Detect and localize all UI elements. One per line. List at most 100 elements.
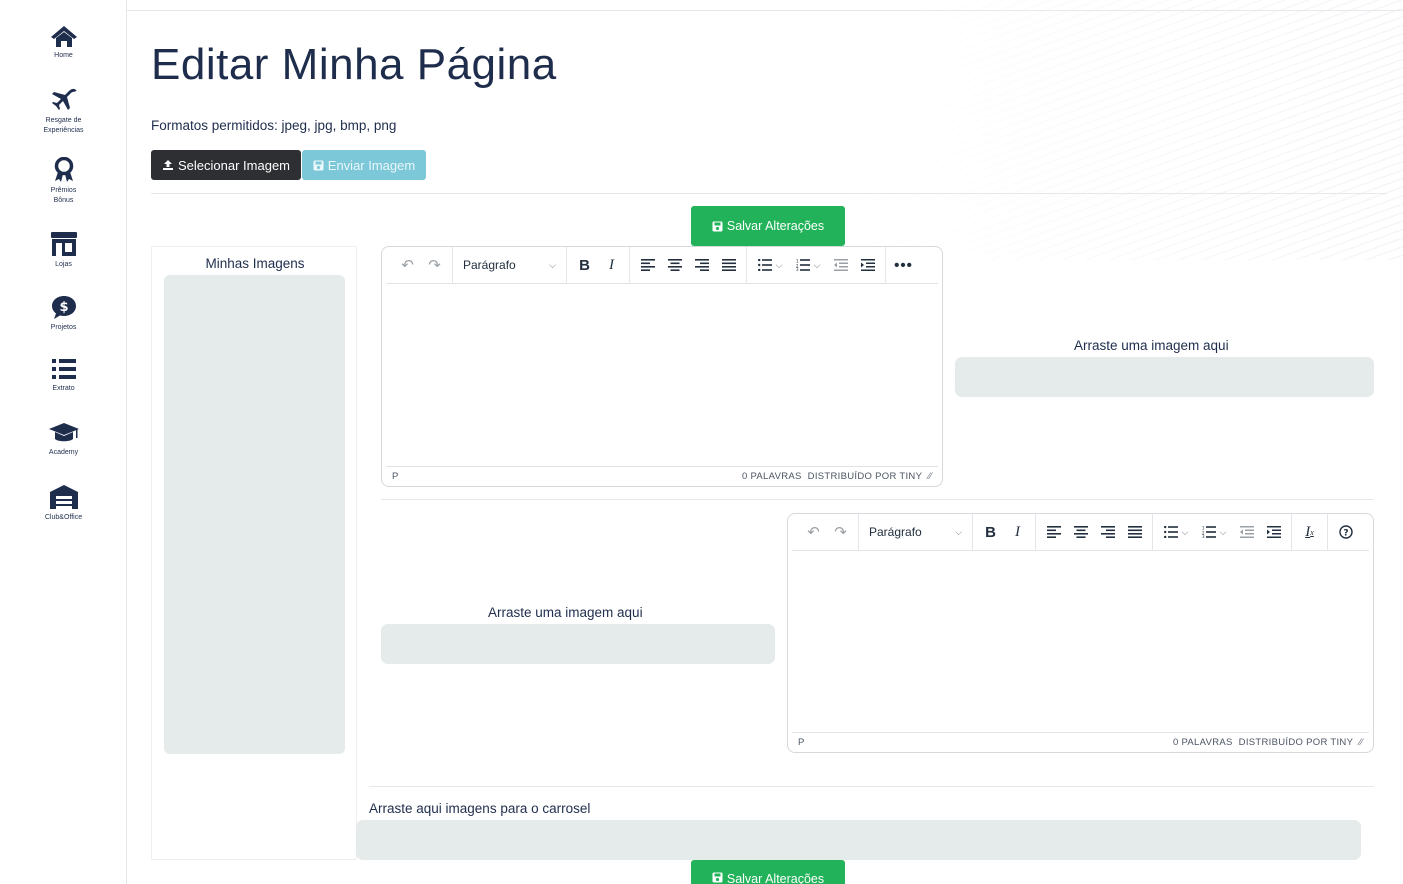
svg-text:$: $ [59,300,68,315]
divider [369,786,1374,787]
undo-icon[interactable]: ↶ [394,251,421,279]
save-changes-button[interactable]: Salvar Alterações [691,206,845,246]
select-image-button[interactable]: Selecionar Imagem [151,150,301,180]
numbered-list-icon[interactable]: 1 2 3 ⌵ [1195,518,1233,546]
carousel-drop-label: Arraste aqui imagens para o carrosel [369,801,591,816]
divider [151,193,1387,194]
sidebar-item-label: Home [54,52,73,59]
divider [381,499,1374,500]
clear-formatting-icon[interactable]: Ix [1296,518,1323,546]
money-comment-icon: $ [51,296,76,319]
chevron-down-icon: ⌵ [549,259,556,270]
editor-statusbar: P 0 PALAVRAS DISTRIBUÍDO POR TINY ⁄⁄ [386,466,938,486]
sidebar-item-label: Extrato [52,385,75,392]
upload-icon [163,160,173,170]
more-icon[interactable]: ••• [890,251,917,279]
outdent-icon[interactable] [827,251,854,279]
italic-icon[interactable]: I [1004,518,1031,546]
align-center-icon[interactable] [1067,518,1094,546]
save-changes-label: Salvar Alterações [726,219,825,233]
drop-zone-label: Arraste uma imagem aqui [488,605,643,620]
numbered-list-icon[interactable]: 1 2 3 ⌵ [789,251,827,279]
sidebar-item-resgate[interactable]: Resgate de Experiências [0,87,127,136]
my-images-title: Minhas Imagens [205,256,305,271]
send-image-label: Enviar Imagem [327,157,416,173]
sidebar-item-label: Prêmios Bônus [50,187,77,204]
word-count: 0 PALAVRAS [741,471,802,482]
block-format-select[interactable]: Parágrafo ⌵ [457,251,562,279]
indent-icon[interactable] [854,251,881,279]
send-image-button[interactable]: Enviar Imagem [302,150,426,180]
undo-icon[interactable]: ↶ [800,518,827,546]
powered-by[interactable]: DISTRIBUÍDO POR TINY [808,471,923,482]
bold-icon[interactable]: B [977,518,1004,546]
sidebar-item-label: Lojas [55,261,72,268]
bold-icon[interactable]: B [571,251,598,279]
block-format-value: Parágrafo [463,258,516,272]
rich-text-editor-1: ↶ ↷ Parágrafo ⌵ B I ⌵ 1 2 3 ⌵ ••• P 0 PA… [381,246,943,487]
chevron-down-icon: ⌵ [955,526,962,537]
store-icon [50,232,77,256]
carousel-drop-zone[interactable] [356,820,1361,860]
element-path: P [392,471,399,482]
editor-toolbar: ↶ ↷ Parágrafo ⌵ B I ⌵ 1 2 3 ⌵ Ix ? [792,514,1369,551]
italic-icon[interactable]: I [598,251,625,279]
outdent-icon[interactable] [1233,518,1260,546]
sidebar-item-lojas[interactable]: Lojas [0,231,127,270]
drop-zone-label: Arraste uma imagem aqui [1074,338,1229,353]
sidebar-item-projetos[interactable]: $ Projetos [0,294,127,333]
my-images-list[interactable] [164,275,345,754]
save-icon [712,872,723,883]
align-right-icon[interactable] [1094,518,1121,546]
block-format-select[interactable]: Parágrafo ⌵ [863,518,968,546]
editor-content-area[interactable] [788,551,1373,732]
allowed-formats-text: Formatos permitidos: jpeg, jpg, bmp, png [151,118,397,133]
bullet-list-icon[interactable]: ⌵ [1157,518,1195,546]
image-drop-zone-2[interactable] [381,624,775,664]
sidebar-item-cluboffice[interactable]: Club&Office [0,484,127,523]
save-changes-label: Salvar Alterações [726,872,825,884]
sidebar-item-premios[interactable]: Prêmios Bônus [0,157,127,206]
align-center-icon[interactable] [661,251,688,279]
block-format-value: Parágrafo [869,525,922,539]
sidebar: Home Resgate de Experiências Prêmios Bôn… [0,0,127,884]
sidebar-item-academy[interactable]: Academy [0,421,127,458]
svg-text:3: 3 [1202,534,1205,538]
bullet-list-icon[interactable]: ⌵ [751,251,789,279]
redo-icon[interactable]: ↷ [421,251,448,279]
sidebar-item-home[interactable]: Home [0,24,127,61]
save-icon [712,221,723,231]
home-icon [50,26,77,47]
editor-toolbar: ↶ ↷ Parágrafo ⌵ B I ⌵ 1 2 3 ⌵ ••• [386,247,938,284]
element-path: P [798,737,805,748]
redo-icon[interactable]: ↷ [827,518,854,546]
graduation-cap-icon [48,423,79,442]
sidebar-item-label: Club&Office [44,514,83,521]
resize-handle-icon[interactable]: ⁄⁄ [928,471,932,482]
resize-handle-icon[interactable]: ⁄⁄ [1359,737,1363,748]
warehouse-icon [49,485,78,509]
help-icon[interactable]: ? [1332,518,1359,546]
align-justify-icon[interactable] [715,251,742,279]
sidebar-item-label: Projetos [50,324,77,331]
editor-statusbar: P 0 PALAVRAS DISTRIBUÍDO POR TINY ⁄⁄ [792,732,1369,752]
svg-text:?: ? [1343,529,1348,539]
align-left-icon[interactable] [1040,518,1067,546]
select-image-label: Selecionar Imagem [178,157,290,173]
align-justify-icon[interactable] [1121,518,1148,546]
image-drop-zone-1[interactable] [955,357,1374,397]
sidebar-item-label: Resgate de Experiências [43,117,84,134]
indent-icon[interactable] [1260,518,1287,546]
rich-text-editor-2: ↶ ↷ Parágrafo ⌵ B I ⌵ 1 2 3 ⌵ Ix ? P 0 P… [787,513,1374,753]
list-icon [51,359,76,379]
align-left-icon[interactable] [634,251,661,279]
editor-content-area[interactable] [382,284,942,467]
align-right-icon[interactable] [688,251,715,279]
powered-by[interactable]: DISTRIBUÍDO POR TINY [1239,737,1354,748]
sidebar-item-label: Academy [48,449,79,456]
sidebar-item-extrato[interactable]: Extrato [0,357,127,394]
save-changes-button-bottom[interactable]: Salvar Alterações [691,860,845,884]
top-divider [127,10,1403,11]
svg-text:3: 3 [796,267,799,271]
word-count: 0 PALAVRAS [1172,737,1233,748]
